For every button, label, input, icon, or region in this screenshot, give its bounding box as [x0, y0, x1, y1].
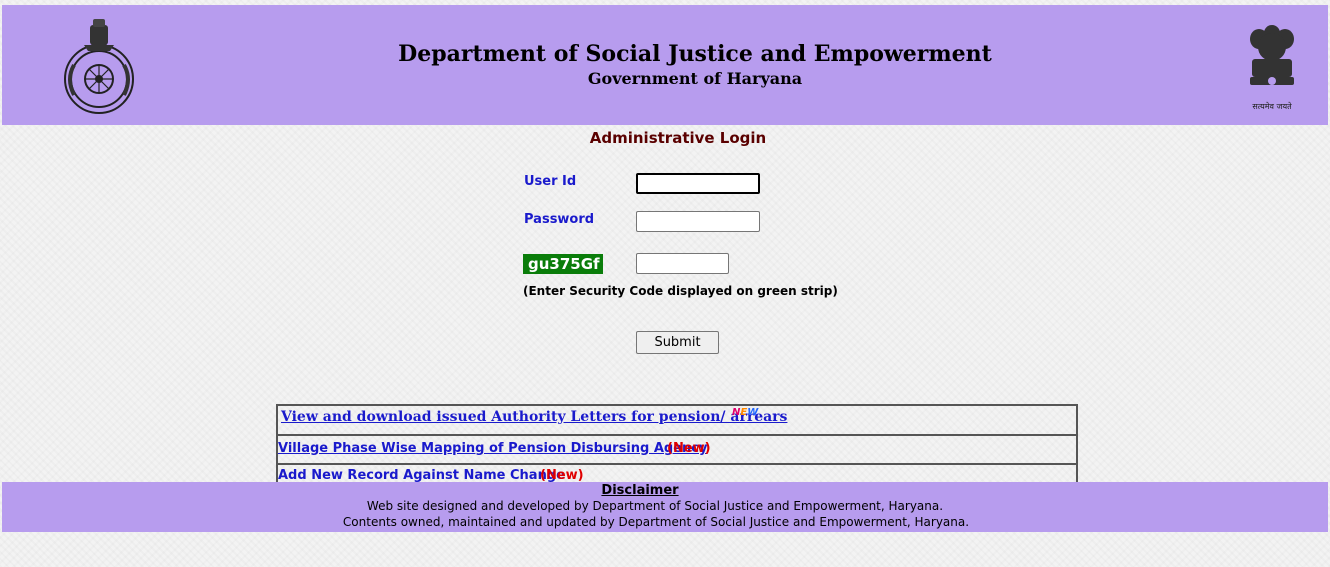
links-row: View and download issued Authority Lette… [278, 406, 1076, 436]
national-emblem-motto: सत्यमेव जयते [1252, 102, 1292, 111]
government-subtitle: Government of Haryana [587, 69, 803, 88]
footer-line: Web site designed and developed by Depar… [366, 499, 944, 513]
page-footer: Disclaimer Web site designed and develop… [2, 482, 1328, 532]
login-heading: Administrative Login [589, 129, 767, 147]
authority-letters-link[interactable]: View and download issued Authority Lette… [281, 409, 787, 425]
new-badge-icon: NEW [732, 407, 759, 418]
password-input[interactable] [636, 211, 760, 232]
links-row: Village Phase Wise Mapping of Pension Di… [278, 436, 1076, 465]
village-mapping-link[interactable]: Village Phase Wise Mapping of Pension Di… [278, 441, 707, 456]
security-code-hint: (Enter Security Code displayed on green … [523, 284, 838, 298]
user-id-label: User Id [524, 174, 577, 189]
disclaimer-link[interactable]: Disclaimer [0, 482, 1328, 498]
name-change-link[interactable]: Add New Record Against Name Change [278, 468, 565, 483]
national-emblem-logo: सत्यमेव जयते [1242, 19, 1302, 115]
password-label: Password [524, 212, 595, 227]
title-block: Department of Social Justice and Empower… [2, 41, 1330, 88]
new-tag: (New) [667, 441, 711, 456]
page-header: Department of Social Justice and Empower… [2, 5, 1328, 125]
new-tag: (New) [540, 468, 584, 483]
department-title: Department of Social Justice and Empower… [398, 41, 992, 67]
captcha-code: gu375Gf [523, 254, 603, 274]
security-code-input[interactable] [636, 253, 729, 274]
user-id-input[interactable] [636, 173, 760, 194]
footer-line: Contents owned, maintained and updated b… [342, 515, 970, 529]
submit-button[interactable]: Submit [636, 331, 719, 354]
links-table: View and download issued Authority Lette… [276, 404, 1078, 485]
